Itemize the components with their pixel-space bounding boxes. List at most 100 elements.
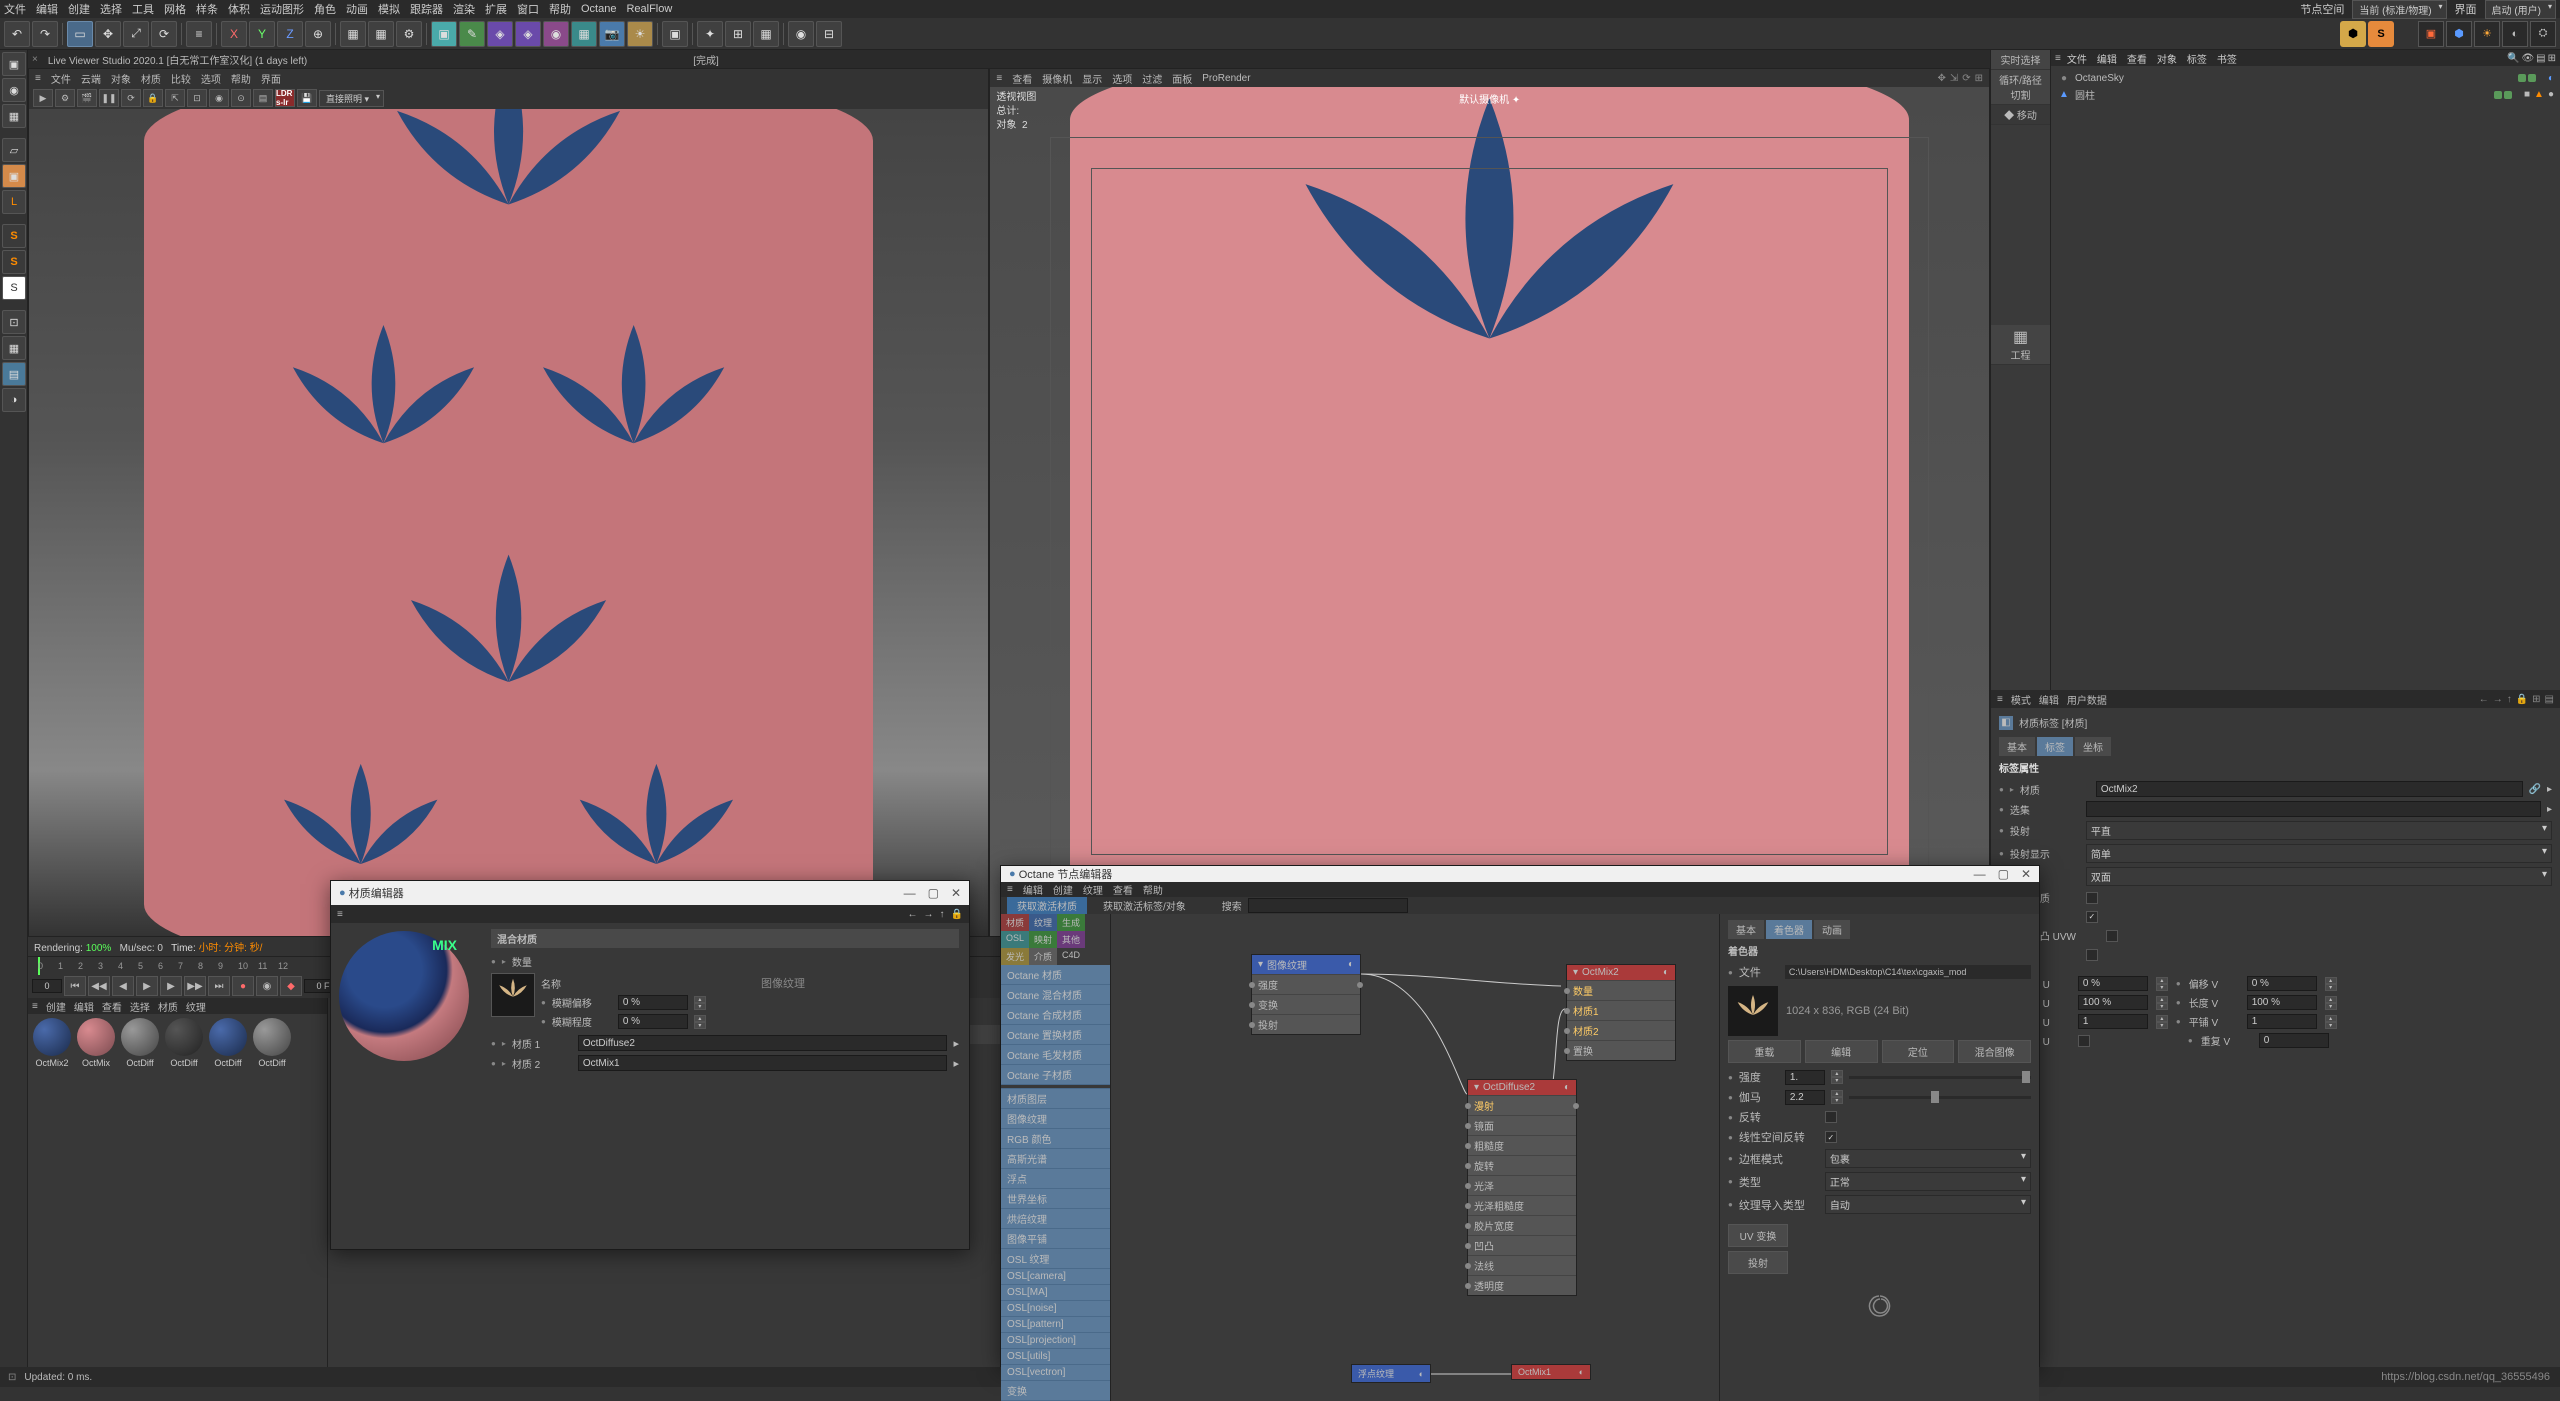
port-specular[interactable]: 镜面	[1468, 1115, 1576, 1135]
light-button[interactable]: ☀	[627, 21, 653, 47]
type-dropdown[interactable]: 正常	[1825, 1172, 2031, 1191]
node-menu-help[interactable]: 帮助	[1143, 882, 1163, 897]
strength-field[interactable]	[1785, 1070, 1825, 1085]
offset-u-field[interactable]	[2078, 976, 2148, 991]
offset-v-field[interactable]	[2247, 976, 2317, 991]
uv-transform-button[interactable]: UV 变换	[1728, 1224, 1788, 1247]
menu-extensions[interactable]: 扩展	[485, 1, 507, 17]
lv-refresh[interactable]: ⟳	[121, 89, 141, 107]
mat-win-up[interactable]: ↑	[940, 909, 945, 920]
repeat-u-check[interactable]	[2078, 1035, 2090, 1047]
mat-win-close[interactable]: ✕	[951, 886, 961, 900]
port-sheen-rough[interactable]: 光泽粗糙度	[1468, 1195, 1576, 1215]
scale-tool[interactable]: ⤢	[123, 21, 149, 47]
bump-uvw-check[interactable]	[2106, 930, 2118, 942]
menu-window[interactable]: 窗口	[517, 1, 539, 17]
reload-button[interactable]: 重载	[1728, 1040, 1801, 1063]
strength-slider[interactable]	[1849, 1076, 2031, 1079]
lv-clip[interactable]: 🎬	[77, 89, 97, 107]
obj-row-octanesky[interactable]: ● OctaneSky ◐	[2055, 70, 2556, 86]
mat-win-hamburger[interactable]: ≡	[337, 909, 343, 920]
material-link-icon[interactable]: 🔗	[2529, 784, 2541, 795]
am-lock-icon[interactable]: 🔒	[2516, 694, 2528, 705]
object-mode[interactable]: ▣	[2, 164, 26, 188]
ntab-medium[interactable]: 介质	[1029, 948, 1057, 965]
generator-button[interactable]: ◈	[487, 21, 513, 47]
om-search-icon[interactable]: 🔍	[2507, 53, 2519, 64]
spline-primitive[interactable]: ✎	[459, 21, 485, 47]
next-key-button[interactable]: ▶▶	[184, 976, 206, 996]
node-palette-item[interactable]: Octane 材质	[1001, 965, 1110, 985]
am-hamburger[interactable]: ≡	[1997, 694, 2003, 705]
mat-swatch-2[interactable]: OctDiff	[120, 1018, 160, 1068]
port-sheen[interactable]: 光泽	[1468, 1175, 1576, 1195]
lv-kernel-dropdown[interactable]: 直接照明 ▾	[319, 90, 384, 107]
am-new-icon[interactable]: ⊞	[2532, 694, 2540, 705]
cyl-tag1-icon[interactable]: ■	[2524, 89, 2530, 100]
mat-swatch-4[interactable]: OctDiff	[208, 1018, 248, 1068]
node-menu-edit[interactable]: 编辑	[1023, 882, 1043, 897]
mirror-tool[interactable]: ◑	[2, 388, 26, 412]
mm-edit[interactable]: 编辑	[74, 999, 94, 1014]
ntab-other[interactable]: 其他	[1057, 931, 1085, 948]
live-viewer-render[interactable]	[29, 109, 988, 936]
mat2-field[interactable]	[578, 1055, 948, 1071]
om-hamburger[interactable]: ≡	[2055, 53, 2061, 64]
node-menu-view[interactable]: 查看	[1113, 882, 1133, 897]
goto-end-button[interactable]: ⏭	[208, 976, 230, 996]
import-dropdown[interactable]: 自动	[1825, 1195, 2031, 1214]
ntab-tex[interactable]: 纹理	[1029, 914, 1057, 931]
port-rotation[interactable]: 旋转	[1468, 1155, 1576, 1175]
node-palette-item[interactable]: OSL 纹理	[1001, 1249, 1110, 1269]
mat2-pick[interactable]: ▸	[953, 1057, 959, 1070]
mat1-field[interactable]	[578, 1035, 948, 1051]
prev-frame-button[interactable]: ◀	[112, 976, 134, 996]
loop-cut-tab[interactable]: 循环/路径切割	[1991, 70, 2050, 105]
grid-tool[interactable]: ▦	[2, 336, 26, 360]
node-palette-item[interactable]: 高斯光谱	[1001, 1149, 1110, 1169]
am-up-icon[interactable]: ↑	[2507, 694, 2512, 705]
node-palette-item[interactable]: RGB 颜色	[1001, 1129, 1110, 1149]
misc3-button[interactable]: ▦	[753, 21, 779, 47]
am-edit[interactable]: 编辑	[2039, 692, 2059, 707]
menu-mograph[interactable]: 运动图形	[260, 1, 304, 17]
history-button[interactable]: ≡	[186, 21, 212, 47]
perspective-viewport[interactable]: 透视视图 总计: 对象 2 默认摄像机 ✦	[990, 87, 1989, 936]
gamma-slider[interactable]	[1849, 1096, 2031, 1099]
node-octmix2[interactable]: ▾ OctMix2◐ 数量 材质1 材质2 置换	[1566, 964, 1676, 1061]
node-palette-item[interactable]: 材质图层	[1001, 1089, 1110, 1109]
nodespace-dropdown[interactable]: 当前 (标准/物理)	[2352, 0, 2446, 19]
workplane-mode[interactable]: ▦	[2, 104, 26, 128]
mat-swatch-3[interactable]: OctDiff	[164, 1018, 204, 1068]
node-palette-item[interactable]: OSL[camera]	[1001, 1269, 1110, 1285]
port-displacement[interactable]: 置换	[1567, 1040, 1675, 1060]
am-more-icon[interactable]: ▤	[2545, 694, 2554, 705]
material-editor-window[interactable]: ● 材质编辑器 — ▢ ✕ ≡ ← → ↑ 🔒 MIX 混合材质 ●▸ 数量	[330, 880, 970, 1250]
port-roughness[interactable]: 粗糙度	[1468, 1135, 1576, 1155]
menu-help[interactable]: 帮助	[549, 1, 571, 17]
persp-menu-options[interactable]: 选项	[1112, 71, 1132, 86]
node-image-texture[interactable]: ▾ 图像纹理◐ 强度 变换 投射	[1251, 954, 1361, 1035]
misc1-button[interactable]: ✦	[697, 21, 723, 47]
tile-check[interactable]	[2086, 911, 2098, 923]
s-tool-3[interactable]: S	[2, 276, 26, 300]
node-palette-item[interactable]: OSL[pattern]	[1001, 1317, 1110, 1333]
lv-menu-file[interactable]: 文件	[51, 71, 71, 86]
linear-check[interactable]	[1825, 1131, 1837, 1143]
move-tool-item[interactable]: ◆ 移动	[1991, 105, 2050, 125]
blur-offset-field[interactable]	[618, 995, 688, 1010]
util5-icon[interactable]: ⛭	[2530, 21, 2556, 47]
attr-tab-coord[interactable]: 坐标	[2075, 737, 2111, 756]
vp-pan-icon[interactable]: ✥	[1937, 73, 1945, 84]
cube-primitive[interactable]: ▣	[431, 21, 457, 47]
port-opacity[interactable]: 透明度	[1468, 1275, 1576, 1295]
node-editor-titlebar[interactable]: ● Octane 节点编辑器 — ▢ ✕	[1001, 866, 2039, 882]
menu-simulate[interactable]: 模拟	[378, 1, 400, 17]
menu-volume[interactable]: 体积	[228, 1, 250, 17]
menu-character[interactable]: 角色	[314, 1, 336, 17]
move-tool[interactable]: ✥	[95, 21, 121, 47]
proj-display-dropdown[interactable]: 简单	[2086, 844, 2552, 863]
mat-win-max[interactable]: ▢	[928, 886, 939, 900]
mat-win-min[interactable]: —	[904, 886, 916, 900]
node-palette-item[interactable]: Octane 置换材质	[1001, 1025, 1110, 1045]
